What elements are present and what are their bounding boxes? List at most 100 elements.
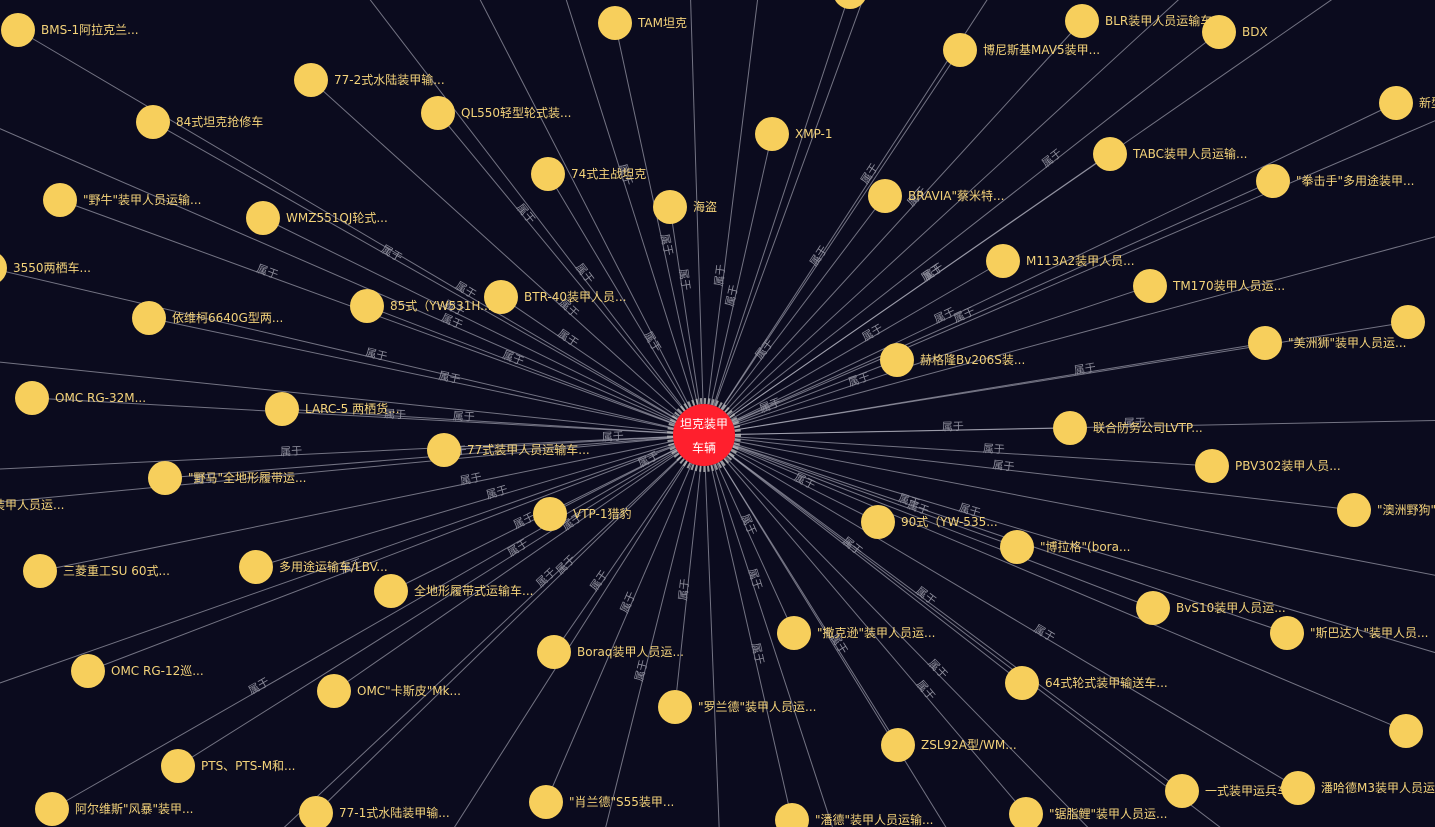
- graph-node[interactable]: "拳击手"多用途装甲...: [1256, 164, 1414, 198]
- graph-node-circle[interactable]: [755, 117, 789, 151]
- graph-node-circle[interactable]: [23, 554, 57, 588]
- graph-node-circle[interactable]: [0, 251, 7, 285]
- graph-node[interactable]: "斯巴达人"装甲人员...: [1270, 616, 1428, 650]
- graph-node-circle[interactable]: [294, 63, 328, 97]
- graph-node[interactable]: BTR-40装甲人员...: [484, 280, 626, 314]
- graph-node[interactable]: 赫格隆Bv206S装...: [880, 343, 1025, 377]
- graph-node[interactable]: XMP-1: [755, 117, 833, 151]
- graph-node[interactable]: BRAVIA"蔡米特...: [868, 179, 1004, 213]
- graph-node-circle[interactable]: [1379, 86, 1413, 120]
- graph-node-circle[interactable]: [1000, 530, 1034, 564]
- graph-node-circle[interactable]: [1133, 269, 1167, 303]
- graph-node-circle[interactable]: [161, 749, 195, 783]
- graph-node-circle[interactable]: [880, 343, 914, 377]
- graph-node[interactable]: OMC RG-12巡...: [71, 654, 204, 688]
- graph-node-circle[interactable]: [239, 550, 273, 584]
- graph-node-circle[interactable]: [1256, 164, 1290, 198]
- graph-node[interactable]: 新型: [1379, 86, 1435, 120]
- graph-node-circle[interactable]: [1053, 411, 1087, 445]
- graph-node[interactable]: 阿尔维斯"风暴"装甲...: [35, 792, 193, 826]
- graph-node-circle[interactable]: [136, 105, 170, 139]
- graph-node[interactable]: "锯脂鲤"装甲人员运...: [1009, 797, 1167, 827]
- graph-node-circle[interactable]: [35, 792, 69, 826]
- graph-node[interactable]: PBV302装甲人员...: [1195, 449, 1341, 483]
- graph-node[interactable]: 84式坦克抢修车: [136, 105, 263, 139]
- graph-node-circle[interactable]: [1136, 591, 1170, 625]
- graph-node[interactable]: 海盗: [653, 190, 717, 224]
- graph-node-circle[interactable]: [1270, 616, 1304, 650]
- graph-node[interactable]: BLR装甲人员运输车: [1065, 4, 1212, 38]
- graph-node[interactable]: "肖兰德"S55装甲...: [529, 785, 674, 819]
- graph-node[interactable]: 3550两栖车...: [0, 251, 91, 285]
- graph-node-circle[interactable]: [775, 803, 809, 827]
- graph-node-circle[interactable]: [427, 433, 461, 467]
- graph-node-circle[interactable]: [881, 728, 915, 762]
- graph-node[interactable]: TAM坦克: [598, 6, 687, 40]
- graph-node[interactable]: 64式轮式装甲输送车...: [1005, 666, 1168, 700]
- graph-node[interactable]: ZSL92A型/WM...: [881, 728, 1017, 762]
- graph-node-circle[interactable]: [1281, 771, 1315, 805]
- graph-node[interactable]: "博拉格"(bora...: [1000, 530, 1130, 564]
- graph-node[interactable]: 博尼斯基MAV5装甲...: [943, 33, 1100, 67]
- graph-node-circle[interactable]: [246, 201, 280, 235]
- graph-node[interactable]: "罗兰德"装甲人员运...: [658, 690, 816, 724]
- graph-node-circle[interactable]: [861, 505, 895, 539]
- graph-node[interactable]: "潘德"装甲人员运输...: [775, 803, 933, 827]
- graph-node[interactable]: "野马"全地形履带运...: [148, 461, 306, 495]
- graph-node-circle[interactable]: [299, 796, 333, 827]
- graph-node[interactable]: PTS、PTS-M和...: [161, 749, 296, 783]
- graph-node-circle[interactable]: [1093, 137, 1127, 171]
- graph-node[interactable]: 多用途运输车/LBV...: [239, 550, 388, 584]
- graph-node[interactable]: Boraq装甲人员运...: [537, 635, 684, 669]
- graph-node-circle[interactable]: [1337, 493, 1371, 527]
- graph-node[interactable]: BDX: [1202, 15, 1268, 49]
- graph-node-circle[interactable]: [350, 289, 384, 323]
- graph-node[interactable]: "撒克逊"装甲人员运...: [777, 616, 935, 650]
- graph-node[interactable]: 77式装甲人员运输车...: [427, 433, 590, 467]
- graph-node[interactable]: "澳洲野狗": [1337, 493, 1435, 527]
- graph-node-circle[interactable]: [1065, 4, 1099, 38]
- graph-node[interactable]: OMC"卡斯皮"Mk...: [317, 674, 461, 708]
- graph-node-circle[interactable]: [1195, 449, 1229, 483]
- graph-node-circle[interactable]: [943, 33, 977, 67]
- graph-node[interactable]: 潘哈德M3装甲人员运...: [1281, 771, 1435, 805]
- graph-node-circle[interactable]: [1009, 797, 1043, 827]
- center-node-circle[interactable]: [673, 404, 735, 466]
- graph-node-circle[interactable]: [317, 674, 351, 708]
- graph-node-circle[interactable]: [1248, 326, 1282, 360]
- graph-node[interactable]: "野牛"装甲人员运输...: [43, 183, 201, 217]
- graph-node[interactable]: 77-1式水陆装甲输...: [299, 796, 450, 827]
- graph-node[interactable]: QL550轻型轮式装...: [421, 96, 571, 130]
- graph-node-circle[interactable]: [421, 96, 455, 130]
- graph-node-circle[interactable]: [265, 392, 299, 426]
- graph-node-circle[interactable]: [531, 157, 565, 191]
- graph-node-circle[interactable]: [777, 616, 811, 650]
- graph-node[interactable]: 一式装甲运兵车: [1165, 774, 1289, 808]
- graph-node[interactable]: BMS-1阿拉克兰...: [1, 13, 139, 47]
- graph-node[interactable]: BvS10装甲人员运...: [1136, 591, 1286, 625]
- graph-node-circle[interactable]: [533, 497, 567, 531]
- graph-node-circle[interactable]: [658, 690, 692, 724]
- graph-node-circle[interactable]: [598, 6, 632, 40]
- graph-node-partial[interactable]: [1389, 714, 1423, 748]
- graph-node-circle[interactable]: [1005, 666, 1039, 700]
- graph-node[interactable]: 装甲人员运...: [0, 488, 64, 522]
- graph-node[interactable]: "美洲狮"装甲人员运...: [1248, 326, 1406, 360]
- graph-node-circle[interactable]: [537, 635, 571, 669]
- graph-node-circle[interactable]: [374, 574, 408, 608]
- knowledge-graph-canvas[interactable]: 属于属于属于属于属于属于属于属于属于属于属于属于属于属于属于属于属于属于属于属于…: [0, 0, 1435, 827]
- graph-node-circle[interactable]: [1, 13, 35, 47]
- graph-node[interactable]: VTP-1猎豹: [533, 497, 631, 531]
- graph-node-circle[interactable]: [43, 183, 77, 217]
- graph-node-circle[interactable]: [1202, 15, 1236, 49]
- graph-node[interactable]: M113A2装甲人员...: [986, 244, 1135, 278]
- graph-node-circle[interactable]: [986, 244, 1020, 278]
- graph-node-partial[interactable]: [833, 0, 867, 9]
- graph-node[interactable]: OMC RG-32M...: [15, 381, 146, 415]
- graph-node-partial[interactable]: [1391, 305, 1425, 339]
- graph-node-circle[interactable]: [1165, 774, 1199, 808]
- graph-node-circle[interactable]: [71, 654, 105, 688]
- graph-node-circle[interactable]: [529, 785, 563, 819]
- graph-node-circle[interactable]: [15, 381, 49, 415]
- graph-node-circle[interactable]: [653, 190, 687, 224]
